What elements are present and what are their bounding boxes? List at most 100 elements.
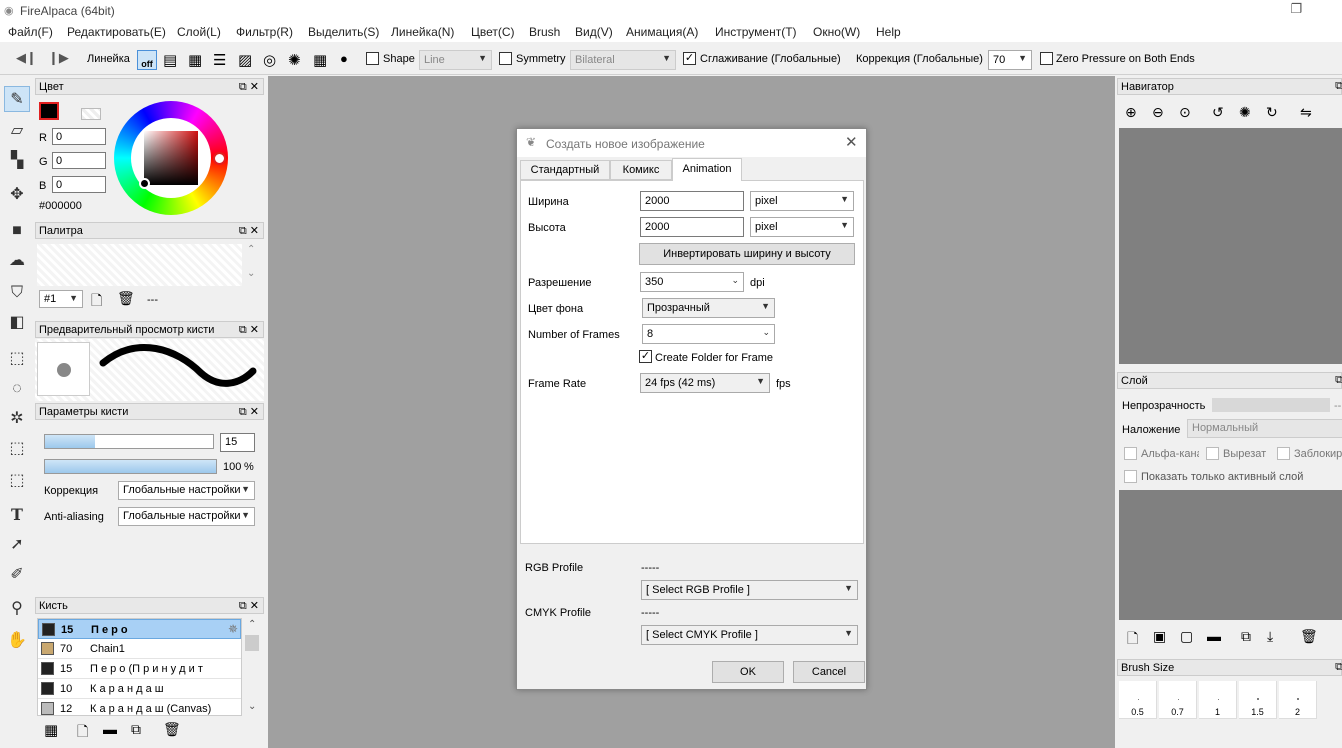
menu-select[interactable]: Выделить(S) [308, 25, 379, 39]
ok-button[interactable]: OK [712, 661, 784, 683]
brush-list-item[interactable]: 15 П е р о ✵ [38, 619, 241, 639]
brush-size-cell[interactable]: 0.7 [1159, 681, 1197, 719]
duplicate-brush-icon[interactable]: ⧉ [131, 721, 141, 738]
panel-close-icon[interactable]: ⧉ ✕ [239, 323, 259, 337]
panel-float-icon[interactable]: ⧉ [1335, 374, 1342, 387]
ruler-parallel-icon[interactable]: ▤ [163, 51, 177, 69]
tab-comic[interactable]: Комикс [610, 160, 672, 180]
ruler-table-icon[interactable]: ▦ [313, 51, 327, 69]
brush-opacity-slider[interactable] [44, 459, 217, 474]
ruler-dot-icon[interactable]: ● [340, 51, 348, 66]
height-input[interactable]: 2000 [640, 217, 744, 237]
width-input[interactable]: 2000 [640, 191, 744, 211]
restore-icon[interactable]: ❐ [1290, 1, 1302, 17]
zoom-out-icon[interactable]: ⊖ [1152, 104, 1164, 121]
gradient-tool-icon[interactable]: ◧ [4, 310, 30, 336]
brush-antialias-dropdown[interactable]: Глобальные настройки ▼ [118, 507, 255, 526]
secondary-color-swatch[interactable] [81, 108, 101, 120]
brush-settings-gear-icon[interactable]: ✵ [228, 622, 238, 636]
b-input[interactable]: 0 [52, 176, 106, 193]
menu-tool[interactable]: Инструмент(T) [715, 25, 797, 39]
framerate-dropdown[interactable]: 24 fps (42 ms) ▼ [640, 373, 770, 393]
menu-view[interactable]: Вид(V) [575, 25, 613, 39]
hue-cursor[interactable] [213, 152, 226, 165]
menu-file[interactable]: Файл(F) [8, 25, 53, 39]
sv-cursor[interactable] [139, 178, 150, 189]
ruler-radial-icon[interactable]: ✺ [288, 51, 301, 69]
resolution-dropdown[interactable]: 350 ⌄ [640, 272, 744, 292]
frames-dropdown[interactable]: 8 ⌄ [642, 324, 775, 344]
ruler-grid-icon[interactable]: ▦ [188, 51, 202, 69]
text-tool-icon[interactable]: T [4, 502, 30, 528]
duplicate-layer-icon[interactable]: ⧉ [1241, 628, 1251, 645]
eraser-tool-icon[interactable]: ▱ [4, 118, 30, 144]
menu-color[interactable]: Цвет(C) [471, 25, 515, 39]
panel-close-icon[interactable]: ⧉ ✕ [239, 405, 259, 419]
bg-color-dropdown[interactable]: Прозрачный ▼ [642, 298, 775, 318]
ruler-concentric-icon[interactable]: ◎ [263, 51, 276, 69]
menu-help[interactable]: Help [876, 25, 901, 39]
folder-icon[interactable]: ▬ [103, 721, 117, 737]
palette-number-dropdown[interactable]: #1 ▼ [39, 290, 83, 308]
dot-tool-icon[interactable]: ▚ [4, 148, 30, 174]
menu-filter[interactable]: Фильтр(R) [236, 25, 293, 39]
blend-dropdown[interactable]: Нормальный [1187, 419, 1342, 438]
prev-icon[interactable]: ◀❙ [16, 50, 37, 66]
rotate-reset-icon[interactable]: ✺ [1239, 104, 1251, 121]
shape-dropdown[interactable]: Line ▼ [419, 50, 492, 70]
brush-list-item[interactable]: 70 Chain1 [38, 639, 241, 659]
primary-color-swatch[interactable] [39, 102, 59, 120]
brush-size-slider[interactable] [44, 434, 214, 449]
ruler-off-button[interactable]: off [137, 50, 157, 70]
panel-float-icon[interactable]: ⧉ [1335, 661, 1342, 674]
brush-correction-dropdown[interactable]: Глобальные настройки ▼ [118, 481, 255, 500]
tab-standard[interactable]: Стандартный [520, 160, 610, 180]
clip-checkbox[interactable] [1206, 447, 1219, 460]
delete-layer-icon[interactable]: 🗑 [1300, 628, 1318, 645]
width-unit-dropdown[interactable]: pixel ▼ [750, 191, 854, 211]
palette-swatches[interactable] [37, 244, 242, 286]
scroll-down-icon[interactable]: ⌄ [247, 268, 255, 279]
cancel-button[interactable]: Cancel [793, 661, 865, 683]
brush-settings-icon[interactable]: ▦ [44, 721, 58, 739]
menu-layer[interactable]: Слой(L) [177, 25, 221, 39]
new-folder-icon[interactable]: ▬ [1207, 628, 1221, 644]
divide-tool-icon[interactable]: ✐ [4, 562, 30, 588]
rgb-profile-dropdown[interactable]: [ Select RGB Profile ] ▼ [641, 580, 858, 600]
smoothing-checkbox[interactable]: ✓ [683, 52, 696, 65]
scroll-down-icon[interactable]: ⌄ [248, 701, 256, 712]
move-tool-icon[interactable]: ✥ [4, 182, 30, 208]
panel-close-icon[interactable]: ⧉ ✕ [239, 599, 259, 613]
zero-pressure-checkbox[interactable] [1040, 52, 1053, 65]
brush-list-item[interactable]: 15 П е р о (П р и н у д и т [38, 659, 241, 679]
fill-lasso-tool-icon[interactable]: ☁ [4, 248, 30, 274]
next-icon[interactable]: ❙▶ [48, 50, 69, 66]
fill-rect-tool-icon[interactable]: ■ [4, 218, 30, 244]
brush-size-cell[interactable]: 1 [1199, 681, 1237, 719]
brush-tool-icon[interactable]: ✎ [4, 86, 30, 112]
rotate-right-icon[interactable]: ↻ [1266, 104, 1278, 121]
brush-size-cell[interactable]: 2 [1279, 681, 1317, 719]
new-8bit-layer-icon[interactable]: ▣ [1153, 628, 1166, 645]
panel-float-icon[interactable]: ⧉ [1335, 80, 1342, 93]
create-folder-checkbox[interactable]: ✓ [639, 350, 652, 363]
hue-ring[interactable] [114, 101, 228, 215]
rotate-left-icon[interactable]: ↺ [1212, 104, 1224, 121]
layer-list[interactable] [1119, 490, 1342, 620]
menu-window[interactable]: Окно(W) [813, 25, 860, 39]
swap-dimensions-button[interactable]: Инвертировать ширину и высоту [639, 243, 855, 265]
saturation-square[interactable] [144, 131, 198, 185]
cmyk-profile-dropdown[interactable]: [ Select CMYK Profile ] ▼ [641, 625, 858, 645]
new-brush-icon[interactable]: 🗋 [77, 721, 88, 745]
select-tool-icon[interactable]: ⬚ [4, 346, 30, 372]
symmetry-dropdown[interactable]: Bilateral ▼ [570, 50, 676, 70]
brush-size-cell[interactable]: 1.5 [1239, 681, 1277, 719]
new-palette-icon[interactable]: 🗋 [91, 290, 102, 314]
select-eraser-icon[interactable]: ⬚ [4, 468, 30, 494]
bucket-tool-icon[interactable]: ⛉ [4, 280, 30, 306]
g-input[interactable]: 0 [52, 152, 106, 169]
magic-wand-icon[interactable]: ✲ [4, 406, 30, 432]
merge-down-icon[interactable]: ⤓ [1267, 628, 1273, 645]
lasso-tool-icon[interactable]: ◌ [4, 376, 30, 402]
height-unit-dropdown[interactable]: pixel ▼ [750, 217, 854, 237]
